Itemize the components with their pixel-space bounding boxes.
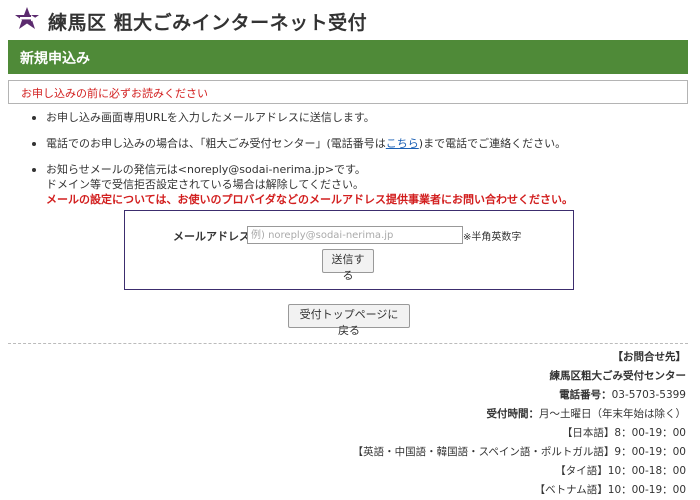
email-input[interactable]: [247, 226, 463, 244]
contact-thai: 【タイ語】10：00-18：00: [555, 465, 686, 477]
divider: [8, 343, 688, 344]
info-item-2-b: )まで電話でご連絡ください。: [418, 137, 567, 150]
email-form: メールアドレス ※半角英数字 送信する: [124, 210, 574, 290]
notice-text: お申し込みの前に必ずお読みください: [21, 87, 208, 100]
nerima-ward-logo-icon: [15, 7, 39, 29]
info-list: お申し込み画面専用URLを入力したメールアドレスに送信します。 電話でのお申し込…: [20, 110, 680, 218]
list-item: お知らせメールの発信元は<noreply@sodai-nerima.jp>です。…: [20, 162, 680, 207]
contact-hours-label: 受付時間：: [486, 408, 540, 420]
info-item-3-line1: お知らせメールの発信元は<noreply@sodai-nerima.jp>です。: [46, 163, 366, 176]
page-title: 新規申込み: [20, 51, 90, 67]
site-title: 練馬区 粗大ごみインターネット受付: [48, 12, 368, 34]
contact-phone: 03-5703-5399: [611, 389, 686, 401]
list-item: お申し込み画面専用URLを入力したメールアドレスに送信します。: [20, 110, 680, 125]
contact-multilingual: 【英語・中国語・韓国語・スペイン語・ポルトガル語】9：00-19：00: [352, 446, 686, 458]
info-item-1: お申し込み画面専用URLを入力したメールアドレスに送信します。: [46, 111, 375, 124]
page-title-banner: 新規申込み: [8, 40, 688, 74]
list-item: 電話でのお申し込みの場合は、「粗大ごみ受付センター」(電話番号はこちら)まで電話…: [20, 136, 680, 151]
contact-phone-label: 電話番号：: [559, 389, 612, 401]
contact-vietnamese: 【ベトナム語】10：00-19：00: [534, 484, 686, 496]
info-item-3-warning: メールの設定については、お使いのプロバイダなどのメールアドレス提供事業者にお問い…: [46, 193, 574, 206]
email-note: ※半角英数字: [463, 232, 522, 243]
contact-org: 練馬区粗大ごみ受付センター: [549, 370, 687, 382]
contact-japanese: 【日本語】8：00-19：00: [561, 427, 686, 439]
notice-box: お申し込みの前に必ずお読みください: [8, 80, 688, 104]
site-header: 練馬区 粗大ごみインターネット受付: [0, 0, 700, 40]
contact-hours-row: 受付時間：月～土曜日（年末年始は除く）: [353, 405, 687, 424]
contact-heading: 【お問合せ先】: [612, 351, 687, 363]
email-label: メールアドレス: [173, 230, 250, 243]
submit-button[interactable]: 送信する: [322, 249, 374, 282]
info-item-2-a: 電話でのお申し込みの場合は、「粗大ごみ受付センター」(電話番号は: [46, 137, 386, 150]
phone-number-link[interactable]: こちら: [386, 137, 419, 150]
info-item-3-line2: ドメイン等で受信拒否設定されている場合は解除してください。: [46, 178, 365, 191]
contact-info: 【お問合せ先】 練馬区粗大ごみ受付センター 電話番号：03-5703-5399 …: [353, 348, 686, 500]
contact-phone-row: 電話番号：03-5703-5399: [353, 386, 686, 405]
back-to-top-button[interactable]: 受付トップページに戻る: [288, 304, 410, 337]
email-row: メールアドレス ※半角英数字: [173, 226, 573, 244]
contact-hours: 月～土曜日（年末年始は除く）: [539, 408, 686, 420]
